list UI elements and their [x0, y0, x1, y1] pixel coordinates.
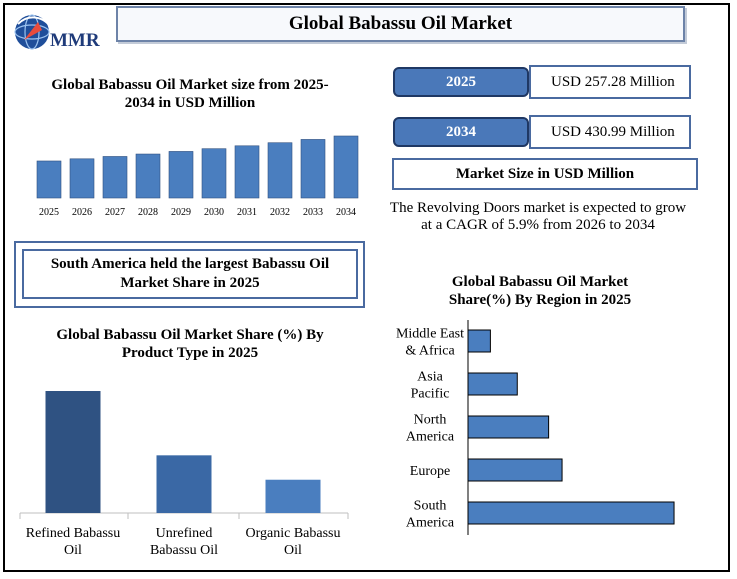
- cagr-text: The Revolving Doors market is expected t…: [388, 200, 688, 234]
- highlight-text: South America held the largest Babassu O…: [22, 249, 358, 299]
- year-2034-pill: 2034: [393, 117, 529, 147]
- market-size-chart-title: Global Babassu Oil Market size from 2025…: [51, 77, 329, 111]
- mmr-logo: MMR: [12, 10, 112, 56]
- value-2034-box: USD 430.99 Million: [529, 115, 691, 149]
- cagr-text-content: The Revolving Doors market is expected t…: [389, 200, 687, 233]
- logo-text: MMR: [50, 30, 100, 51]
- value-2025-box: USD 257.28 Million: [529, 65, 691, 99]
- page-title: Global Babassu Oil Market: [116, 6, 685, 42]
- product-chart-title: Global Babassu Oil Market Share (%) By P…: [56, 327, 324, 361]
- market-size-caption: Market Size in USD Million: [392, 158, 698, 190]
- region-chart-title: Global Babassu Oil Market Share(%) By Re…: [448, 274, 632, 308]
- year-2025-pill: 2025: [393, 67, 529, 97]
